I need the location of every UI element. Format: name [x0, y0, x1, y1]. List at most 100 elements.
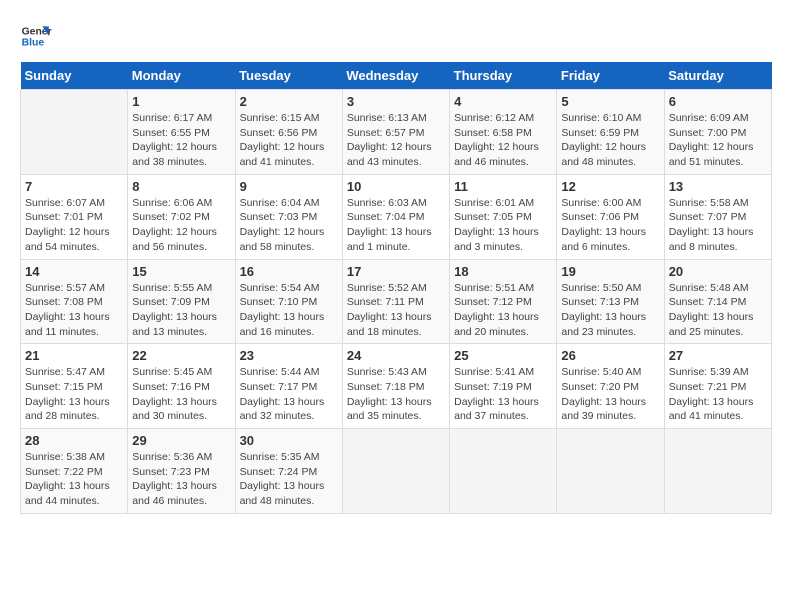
day-detail: Sunrise: 6:09 AMSunset: 7:00 PMDaylight:…	[669, 111, 767, 170]
calendar-day-header: Tuesday	[235, 62, 342, 90]
calendar-day-cell	[557, 429, 664, 514]
calendar-day-header: Monday	[128, 62, 235, 90]
calendar-day-cell: 3Sunrise: 6:13 AMSunset: 6:57 PMDaylight…	[342, 90, 449, 175]
day-number: 13	[669, 179, 767, 194]
day-number: 18	[454, 264, 552, 279]
day-number: 8	[132, 179, 230, 194]
day-number: 10	[347, 179, 445, 194]
calendar-week-row: 7 Sunrise: 6:07 AMSunset: 7:01 PMDaylight…	[21, 174, 772, 259]
calendar-day-header: Sunday	[21, 62, 128, 90]
calendar-day-cell: 19 Sunrise: 5:50 AMSunset: 7:13 PMDayligh…	[557, 259, 664, 344]
calendar-day-cell: 12 Sunrise: 6:00 AMSunset: 7:06 PMDayligh…	[557, 174, 664, 259]
day-number: 21	[25, 348, 123, 363]
calendar-day-cell: 20 Sunrise: 5:48 AMSunset: 7:14 PMDayligh…	[664, 259, 771, 344]
day-number: 20	[669, 264, 767, 279]
calendar-day-cell: 8 Sunrise: 6:06 AMSunset: 7:02 PMDaylight…	[128, 174, 235, 259]
calendar-day-cell: 7 Sunrise: 6:07 AMSunset: 7:01 PMDaylight…	[21, 174, 128, 259]
calendar-week-row: 21 Sunrise: 5:47 AMSunset: 7:15 PMDayligh…	[21, 344, 772, 429]
day-number: 30	[240, 433, 338, 448]
svg-text:Blue: Blue	[22, 38, 45, 49]
calendar-day-cell	[664, 429, 771, 514]
calendar-day-cell: 24 Sunrise: 5:43 AMSunset: 7:18 PMDayligh…	[342, 344, 449, 429]
calendar-day-header: Saturday	[664, 62, 771, 90]
calendar-day-cell: 13 Sunrise: 5:58 AMSunset: 7:07 PMDayligh…	[664, 174, 771, 259]
calendar-day-cell: 18 Sunrise: 5:51 AMSunset: 7:12 PMDayligh…	[450, 259, 557, 344]
calendar-day-cell: 23 Sunrise: 5:44 AMSunset: 7:17 PMDayligh…	[235, 344, 342, 429]
day-number: 22	[132, 348, 230, 363]
calendar-week-row: 14 Sunrise: 5:57 AMSunset: 7:08 PMDayligh…	[21, 259, 772, 344]
calendar-header-row: SundayMondayTuesdayWednesdayThursdayFrid…	[21, 62, 772, 90]
day-detail: Sunrise: 5:48 AMSunset: 7:14 PMDaylight:…	[669, 281, 767, 340]
calendar-day-cell: 16Sunrise: 5:54 AMSunset: 7:10 PMDayligh…	[235, 259, 342, 344]
calendar-day-cell	[21, 90, 128, 175]
day-number: 19	[561, 264, 659, 279]
day-number: 1	[132, 94, 230, 109]
day-number: 6	[669, 94, 767, 109]
calendar-day-cell: 9 Sunrise: 6:04 AMSunset: 7:03 PMDaylight…	[235, 174, 342, 259]
day-number: 7	[25, 179, 123, 194]
calendar-day-cell: 10 Sunrise: 6:03 AMSunset: 7:04 PMDayligh…	[342, 174, 449, 259]
day-number: 27	[669, 348, 767, 363]
day-number: 5	[561, 94, 659, 109]
day-detail: Sunrise: 5:58 AMSunset: 7:07 PMDaylight:…	[669, 196, 767, 255]
day-detail: Sunrise: 6:01 AMSunset: 7:05 PMDaylight:…	[454, 196, 552, 255]
day-number: 17	[347, 264, 445, 279]
day-detail: Sunrise: 5:38 AMSunset: 7:22 PMDaylight:…	[25, 450, 123, 509]
day-number: 4	[454, 94, 552, 109]
day-detail: Sunrise: 5:47 AMSunset: 7:15 PMDaylight:…	[25, 365, 123, 424]
day-detail: Sunrise: 6:06 AMSunset: 7:02 PMDaylight:…	[132, 196, 230, 255]
day-detail: Sunrise: 5:50 AMSunset: 7:13 PMDaylight:…	[561, 281, 659, 340]
day-number: 15	[132, 264, 230, 279]
day-number: 25	[454, 348, 552, 363]
calendar-day-cell: 28 Sunrise: 5:38 AMSunset: 7:22 PMDayligh…	[21, 429, 128, 514]
day-detail: Sunrise: 6:03 AMSunset: 7:04 PMDaylight:…	[347, 196, 445, 255]
calendar-day-cell: 2Sunrise: 6:15 AMSunset: 6:56 PMDaylight…	[235, 90, 342, 175]
day-detail: Sunrise: 5:35 AMSunset: 7:24 PMDaylight:…	[240, 450, 338, 509]
logo-icon: General Blue	[20, 20, 52, 52]
calendar-day-cell: 22 Sunrise: 5:45 AMSunset: 7:16 PMDayligh…	[128, 344, 235, 429]
day-detail: Sunrise: 6:15 AMSunset: 6:56 PMDaylight:…	[240, 111, 338, 170]
day-detail: Sunrise: 5:41 AMSunset: 7:19 PMDaylight:…	[454, 365, 552, 424]
day-detail: Sunrise: 6:10 AMSunset: 6:59 PMDaylight:…	[561, 111, 659, 170]
day-detail: Sunrise: 5:52 AMSunset: 7:11 PMDaylight:…	[347, 281, 445, 340]
day-detail: Sunrise: 6:07 AMSunset: 7:01 PMDaylight:…	[25, 196, 123, 255]
calendar-week-row: 1 Sunrise: 6:17 AMSunset: 6:55 PMDaylight…	[21, 90, 772, 175]
day-detail: Sunrise: 5:51 AMSunset: 7:12 PMDaylight:…	[454, 281, 552, 340]
calendar-table: SundayMondayTuesdayWednesdayThursdayFrid…	[20, 62, 772, 514]
calendar-day-header: Wednesday	[342, 62, 449, 90]
day-detail: Sunrise: 6:00 AMSunset: 7:06 PMDaylight:…	[561, 196, 659, 255]
calendar-day-header: Thursday	[450, 62, 557, 90]
day-number: 24	[347, 348, 445, 363]
calendar-day-cell: 30 Sunrise: 5:35 AMSunset: 7:24 PMDayligh…	[235, 429, 342, 514]
day-number: 12	[561, 179, 659, 194]
day-number: 26	[561, 348, 659, 363]
day-detail: Sunrise: 6:13 AMSunset: 6:57 PMDaylight:…	[347, 111, 445, 170]
day-detail: Sunrise: 5:57 AMSunset: 7:08 PMDaylight:…	[25, 281, 123, 340]
day-detail: Sunrise: 5:43 AMSunset: 7:18 PMDaylight:…	[347, 365, 445, 424]
calendar-day-cell: 29 Sunrise: 5:36 AMSunset: 7:23 PMDayligh…	[128, 429, 235, 514]
day-number: 28	[25, 433, 123, 448]
calendar-day-cell: 26 Sunrise: 5:40 AMSunset: 7:20 PMDayligh…	[557, 344, 664, 429]
day-number: 9	[240, 179, 338, 194]
calendar-day-cell: 11Sunrise: 6:01 AMSunset: 7:05 PMDayligh…	[450, 174, 557, 259]
day-detail: Sunrise: 5:40 AMSunset: 7:20 PMDaylight:…	[561, 365, 659, 424]
day-detail: Sunrise: 6:04 AMSunset: 7:03 PMDaylight:…	[240, 196, 338, 255]
logo: General Blue	[20, 20, 52, 52]
calendar-day-cell: 27 Sunrise: 5:39 AMSunset: 7:21 PMDayligh…	[664, 344, 771, 429]
day-number: 23	[240, 348, 338, 363]
day-detail: Sunrise: 6:17 AMSunset: 6:55 PMDaylight:…	[132, 111, 230, 170]
calendar-day-cell	[342, 429, 449, 514]
day-detail: Sunrise: 5:54 AMSunset: 7:10 PMDaylight:…	[240, 281, 338, 340]
day-detail: Sunrise: 5:45 AMSunset: 7:16 PMDaylight:…	[132, 365, 230, 424]
day-detail: Sunrise: 5:36 AMSunset: 7:23 PMDaylight:…	[132, 450, 230, 509]
calendar-day-cell: 15Sunrise: 5:55 AMSunset: 7:09 PMDayligh…	[128, 259, 235, 344]
calendar-day-header: Friday	[557, 62, 664, 90]
day-number: 29	[132, 433, 230, 448]
calendar-day-cell: 6 Sunrise: 6:09 AMSunset: 7:00 PMDaylight…	[664, 90, 771, 175]
day-detail: Sunrise: 5:39 AMSunset: 7:21 PMDaylight:…	[669, 365, 767, 424]
calendar-day-cell: 4Sunrise: 6:12 AMSunset: 6:58 PMDaylight…	[450, 90, 557, 175]
day-number: 14	[25, 264, 123, 279]
calendar-day-cell: 1 Sunrise: 6:17 AMSunset: 6:55 PMDaylight…	[128, 90, 235, 175]
day-detail: Sunrise: 5:44 AMSunset: 7:17 PMDaylight:…	[240, 365, 338, 424]
page-header: General Blue	[20, 20, 772, 52]
